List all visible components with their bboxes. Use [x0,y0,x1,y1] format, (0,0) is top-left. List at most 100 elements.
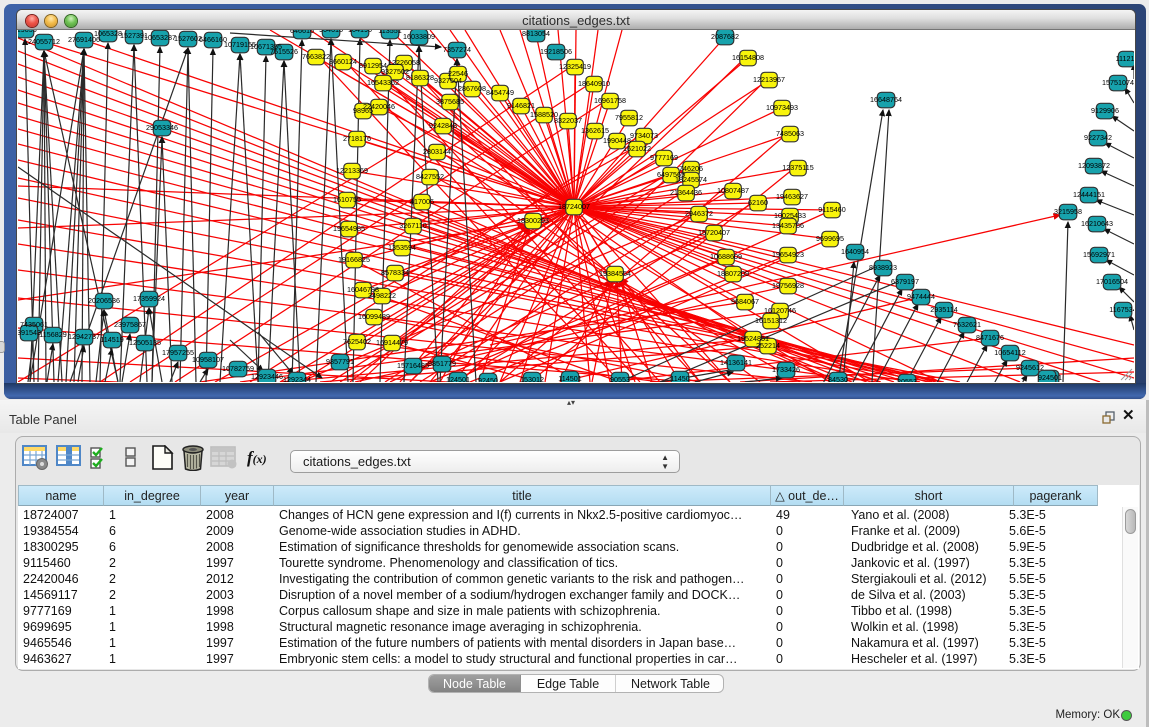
svg-text:7625402: 7625402 [343,337,371,346]
svg-text:2867608: 2867608 [458,84,486,93]
svg-text:84530: 84530 [828,375,848,382]
svg-text:1610755: 1610755 [333,195,361,204]
svg-text:29053346: 29053346 [146,123,178,132]
svg-text:15751074: 15751074 [1102,78,1134,87]
svg-text:1640954: 1640954 [841,247,869,256]
svg-text:15720407: 15720407 [698,228,730,237]
svg-text:16961758: 16961758 [594,96,626,105]
svg-text:10958107: 10958107 [192,355,224,364]
svg-text:646616: 646616 [290,30,314,35]
svg-text:6379197: 6379197 [891,277,919,286]
svg-text:964616: 964616 [319,30,343,34]
svg-text:111219: 111219 [1116,54,1134,63]
svg-text:2935114: 2935114 [930,305,957,314]
svg-text:12213369: 12213369 [336,166,368,175]
svg-text:9777169: 9777169 [650,153,678,162]
svg-text:20206536: 20206536 [88,296,120,305]
svg-text:114501: 114501 [558,374,581,382]
svg-text:13435756: 13435756 [772,221,804,230]
svg-text:15692971: 15692971 [1083,250,1115,259]
svg-text:18245574: 18245574 [675,175,707,184]
svg-text:124501: 124501 [446,375,470,382]
svg-text:8454749: 8454749 [486,88,514,97]
svg-text:16543362: 16543362 [367,78,399,87]
svg-text:1733426: 1733426 [772,365,800,374]
svg-text:12325419: 12325419 [559,62,591,71]
svg-text:23975867: 23975867 [114,320,146,329]
svg-text:924501: 924501 [1038,373,1062,382]
svg-text:8813054: 8813054 [522,30,550,38]
svg-text:16782759: 16782759 [222,364,254,373]
svg-text:7357274: 7357274 [443,45,471,54]
svg-text:20553: 20553 [897,377,917,382]
svg-text:9699695: 9699695 [816,234,844,243]
svg-text:12923446: 12923446 [251,372,283,381]
svg-text:1167534: 1167534 [1109,305,1134,314]
svg-text:14136141: 14136141 [720,358,752,367]
svg-text:19166825: 19166825 [338,255,370,264]
svg-text:12213967: 12213967 [753,75,785,84]
svg-text:18300293: 18300293 [517,216,549,225]
svg-text:3267110: 3267110 [399,221,426,230]
svg-text:2087682: 2087682 [711,32,739,41]
svg-text:391543: 391543 [18,328,41,337]
svg-text:8186328: 8186328 [406,73,434,82]
svg-text:3498222: 3498222 [368,291,396,300]
svg-text:12444151: 12444151 [1073,190,1105,199]
svg-text:12226058: 12226058 [388,58,420,67]
svg-text:21364436: 21364436 [670,188,702,197]
svg-text:1353594: 1353594 [388,243,416,252]
svg-text:9684067: 9684067 [731,297,759,306]
svg-text:10973493: 10973493 [766,103,798,112]
svg-text:8938923: 8938923 [869,263,897,272]
svg-text:98965: 98965 [353,106,373,115]
svg-text:18640910: 18640910 [578,79,610,88]
svg-text:1156829: 1156829 [39,330,66,339]
svg-text:9327502: 9327502 [381,67,409,76]
svg-text:16099489: 16099489 [358,312,390,321]
svg-text:8322037: 8322037 [554,116,582,125]
svg-text:16648764: 16648764 [870,95,902,104]
svg-text:252214: 252214 [756,341,780,350]
svg-text:9857791: 9857791 [326,357,354,366]
svg-text:18807209: 18807209 [717,269,749,278]
svg-text:15716485: 15716485 [397,361,429,370]
svg-text:2803144: 2803144 [423,147,451,156]
svg-text:90553: 90553 [610,375,630,382]
svg-text:11450: 11450 [670,374,689,382]
svg-text:17359924: 17359924 [133,294,165,303]
svg-text:1527602: 1527602 [174,34,202,43]
svg-text:9851779: 9851779 [428,359,456,368]
svg-text:113551: 113551 [378,30,401,35]
svg-text:19463627: 19463627 [776,192,808,201]
svg-text:8578334: 8578334 [381,268,409,277]
svg-text:153012: 153012 [520,375,544,382]
svg-text:19384554: 19384554 [599,269,631,278]
svg-text:119055: 119055 [18,30,37,34]
svg-text:9115460: 9115460 [818,205,845,214]
svg-text:10807487: 10807487 [717,186,749,195]
svg-text:3215958: 3215958 [1054,207,1082,216]
svg-text:9227342: 9227342 [1084,133,1112,142]
svg-text:18724007: 18724007 [558,202,590,211]
svg-text:10688609: 10688609 [710,252,742,261]
svg-text:7515526: 7515526 [270,47,298,56]
svg-text:7955812: 7955812 [615,113,643,122]
svg-text:17957255: 17957255 [162,348,194,357]
svg-text:1292344: 1292344 [283,375,311,382]
svg-text:8471676: 8471676 [976,333,1004,342]
svg-text:10025433: 10025433 [774,211,806,220]
svg-text:9146821: 9146821 [507,101,535,110]
svg-text:16151312: 16151312 [755,316,787,325]
svg-text:12375115: 12375115 [782,163,813,172]
svg-text:2718176: 2718176 [343,134,371,143]
svg-text:8660124: 8660124 [329,57,357,66]
svg-text:12505135: 12505135 [129,338,161,347]
svg-text:10653287: 10653287 [144,33,176,42]
svg-text:16120746: 16120746 [764,306,796,315]
svg-text:9242848: 9242848 [429,121,457,130]
svg-text:9245612: 9245612 [1016,363,1044,372]
svg-text:22546: 22546 [448,69,468,78]
svg-text:1621022: 1621022 [623,144,651,153]
svg-text:7632621: 7632621 [953,320,981,329]
